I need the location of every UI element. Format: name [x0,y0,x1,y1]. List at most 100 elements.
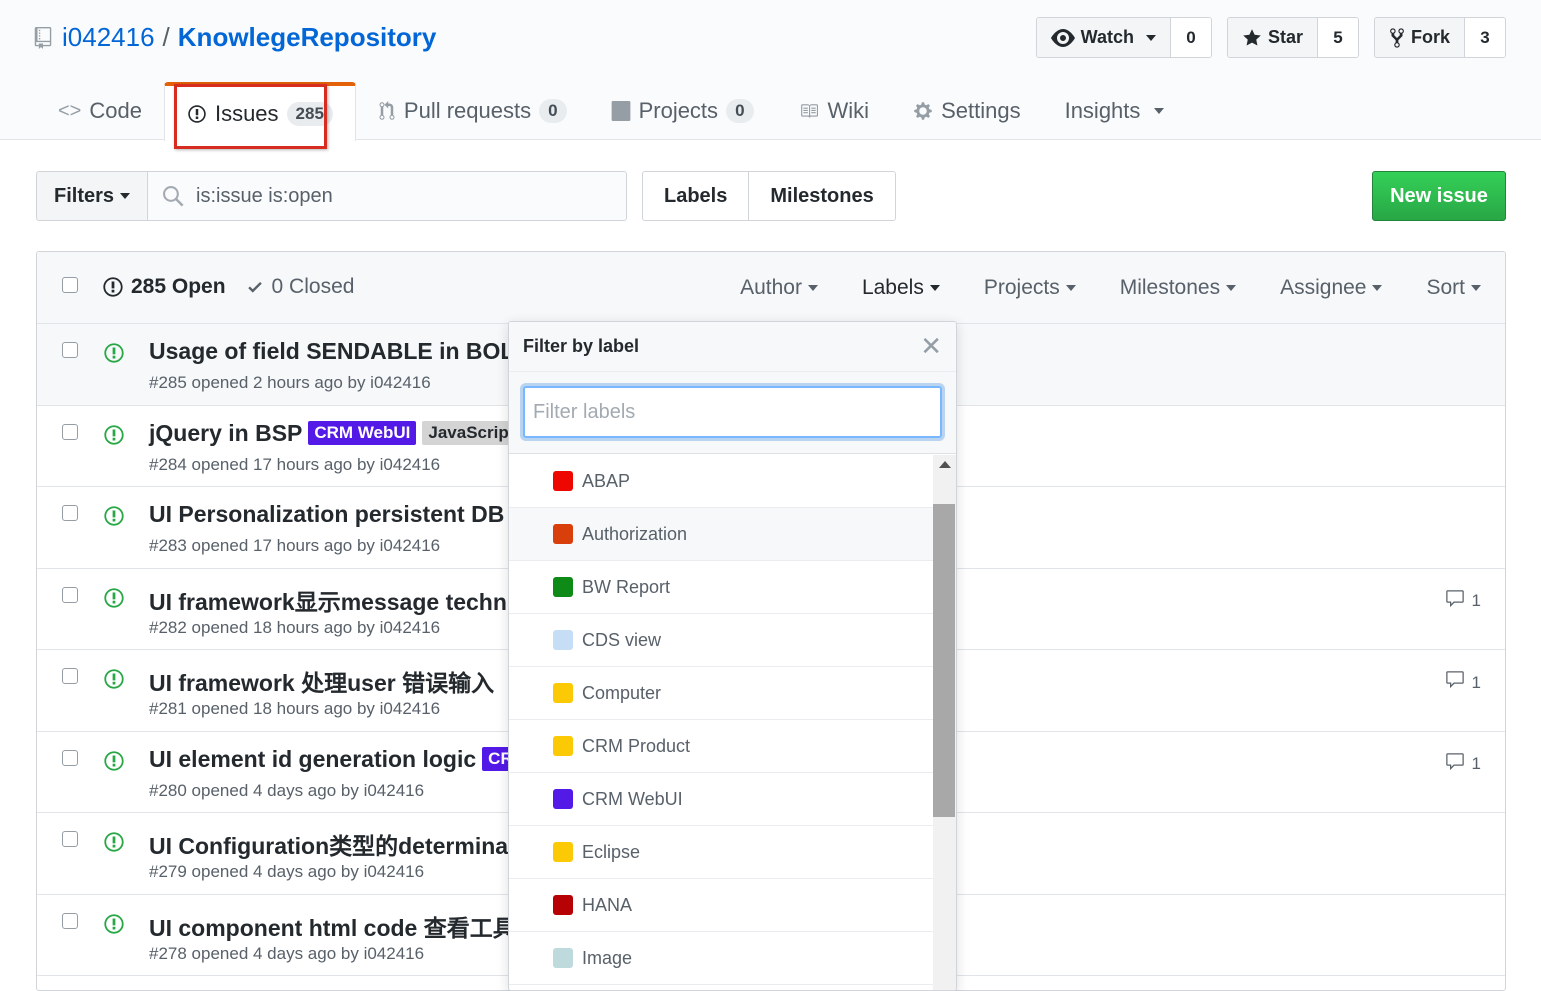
label-option-name: ABAP [582,470,631,491]
star-count[interactable]: 5 [1317,18,1358,57]
issue-title-link[interactable]: jQuery in BSP [149,420,302,447]
sort-menu[interactable]: Sort [1426,276,1481,300]
issue-checkbox[interactable] [62,912,78,929]
chevron-down-icon [120,193,131,199]
label-option[interactable]: HANA [509,879,933,932]
issue-meta: #279 opened 4 days ago by i042416 [149,862,425,881]
tab-settings[interactable]: Settings [891,82,1043,140]
close-icon[interactable]: ✕ [920,333,942,359]
label-option[interactable]: CRM WebUI [509,773,933,826]
labels-filter-menu[interactable]: Labels [862,276,940,300]
repo-owner-link[interactable]: i042416 [62,22,155,53]
fork-count[interactable]: 3 [1465,18,1505,57]
label-color-swatch [553,736,573,756]
labels-link[interactable]: Labels [643,172,750,220]
issue-title-container: Usage of field SENDABLE in BOL [149,338,514,365]
star-icon [1243,28,1261,45]
label-color-swatch [553,471,573,491]
issue-checkbox[interactable] [62,586,78,603]
closed-issues-link[interactable]: 0 Closed [246,275,354,299]
projects-filter-menu[interactable]: Projects [984,276,1076,300]
filters-button[interactable]: Filters [36,171,148,221]
issues-list-header: 285 Open 0 Closed Author Labels Projects… [37,252,1505,324]
assignee-filter-menu[interactable]: Assignee [1280,276,1383,300]
comment-icon [1444,589,1466,614]
issue-meta: #281 opened 18 hours ago by i042416 [149,699,441,718]
watch-count[interactable]: 0 [1170,18,1211,57]
search-value: is:issue is:open [196,184,333,207]
chevron-down-icon [929,285,940,292]
tab-label: Pull requests [403,98,532,123]
issue-title-link[interactable]: UI component html code 查看工具 [149,909,516,943]
issue-title-link[interactable]: Usage of field SENDABLE in BOL [149,338,514,365]
label-option[interactable]: ABAP [509,455,933,508]
label-option-name: CDS view [582,629,662,650]
tab-insights[interactable]: Insights [1043,82,1187,140]
repo-nav-tabs: <> Code Issues 285 Pull requests 0 Proje… [36,82,1187,141]
issue-checkbox[interactable] [62,423,78,440]
tab-code[interactable]: <> Code [36,82,164,140]
milestones-filter-menu[interactable]: Milestones [1120,276,1237,300]
label-option-name: Authorization [582,523,688,544]
dropdown-filter-area [509,372,956,454]
issue-checkbox[interactable] [62,668,78,684]
label-color-swatch [553,630,573,650]
comment-icon [1444,752,1466,777]
issue-checkbox[interactable] [62,342,78,358]
search-input[interactable]: is:issue is:open [147,171,627,221]
issue-title-link[interactable]: UI Configuration类型的determina [149,827,508,861]
label-option-name: Computer [582,682,662,703]
repo-name-link[interactable]: KnowlegeRepository [178,22,437,53]
pull-requests-counter: 0 [539,99,567,123]
new-issue-button[interactable]: New issue [1372,171,1506,221]
milestones-link[interactable]: Milestones [749,172,894,220]
author-filter-menu[interactable]: Author [740,276,818,300]
chevron-down-icon [1226,285,1237,292]
tab-issues[interactable]: Issues 285 [163,82,356,141]
eye-icon [1050,28,1075,47]
scrollbar-thumb[interactable] [933,504,955,817]
issue-title-link[interactable]: UI Personalization persistent DB [149,501,504,528]
tab-wiki[interactable]: Wiki [776,82,892,140]
scroll-up-arrow-icon[interactable] [939,461,951,468]
issue-opened-icon [103,668,125,690]
label-option[interactable]: CDS view [509,614,933,667]
comment-icon [1444,670,1466,695]
label-option[interactable]: Eclipse [509,826,933,879]
comments-link[interactable]: 1 [1444,752,1481,777]
issue-opened-icon [103,750,125,772]
issue-label[interactable]: CRM WebUI [308,421,417,445]
comments-link[interactable]: 1 [1444,670,1481,695]
star-button[interactable]: Star [1227,18,1318,57]
tab-projects[interactable]: Projects 0 [589,82,776,140]
issue-title-link[interactable]: UI framework 处理user 错误输入 [149,664,494,698]
issue-title-link[interactable]: UI framework显示message techn [149,583,507,617]
issue-checkbox[interactable] [62,831,78,847]
issue-checkbox[interactable] [62,749,78,766]
label-option-name: CRM Product [582,735,691,756]
fork-button[interactable]: Fork [1374,18,1465,57]
tab-pull-requests[interactable]: Pull requests 0 [356,82,589,140]
label-option[interactable]: Authorization [509,508,933,561]
label-option[interactable]: Computer [509,667,933,720]
select-all-checkbox[interactable] [62,277,78,293]
watch-button[interactable]: Watch [1036,18,1171,57]
open-issues-link[interactable]: 285 Open [103,275,226,299]
label-option[interactable]: Image [509,932,933,985]
issue-label[interactable]: JavaScript [422,421,521,445]
issue-states: 285 Open 0 Closed [103,275,354,299]
dropdown-scrollbar[interactable] [933,455,956,990]
comments-link[interactable]: 1 [1444,589,1481,614]
menu-label: Assignee [1280,276,1367,299]
label-option[interactable]: CRM Product [509,720,933,773]
issue-opened-icon [103,342,125,364]
open-count-label: 285 Open [131,275,226,298]
label-option[interactable]: BW Report [509,561,933,614]
filter-labels-input[interactable] [523,386,942,438]
issue-meta: #283 opened 17 hours ago by i042416 [149,536,441,555]
issue-title-link[interactable]: UI element id generation logic [149,746,476,773]
menu-label: Sort [1426,276,1465,299]
issue-meta: #282 opened 18 hours ago by i042416 [149,617,441,637]
issue-checkbox[interactable] [62,505,78,521]
check-icon [247,281,262,293]
